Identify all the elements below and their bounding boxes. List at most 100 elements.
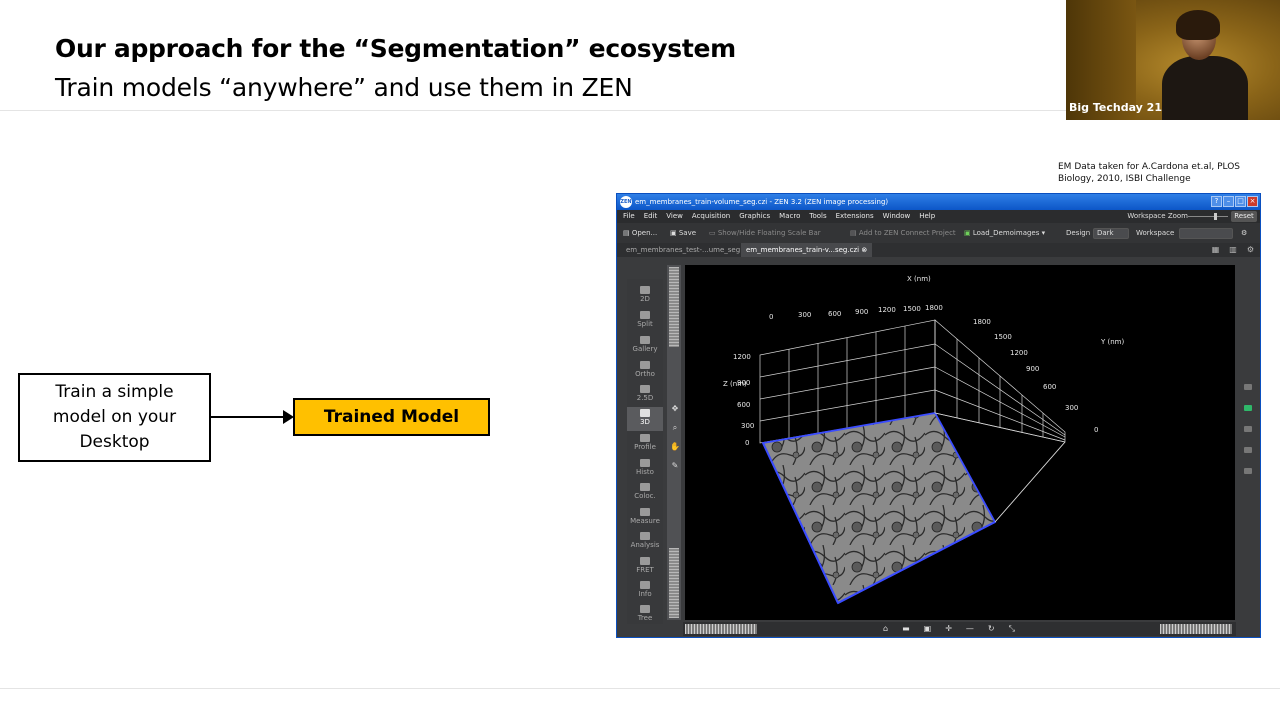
zen-logo-icon: ZEN <box>620 196 632 208</box>
workspace-zoom-slider[interactable] <box>1188 213 1228 220</box>
view-profile-icon <box>640 434 650 442</box>
folder-icon: ▤ <box>623 229 632 237</box>
view-histo[interactable]: Histo <box>627 457 663 481</box>
save-button[interactable]: ▣ Save <box>670 223 696 243</box>
view-2-5d[interactable]: 2.5D <box>627 383 663 407</box>
y-tick: 1800 <box>973 318 991 326</box>
view-gallery-label: Gallery <box>632 345 658 353</box>
view-info-icon <box>640 581 650 589</box>
split-view-icon[interactable]: ▥ <box>1229 243 1237 257</box>
tab-label: em_membranes_test-...ume_seg <box>626 246 741 254</box>
view-2-5d-label: 2.5D <box>636 394 654 402</box>
y-tick: 600 <box>1043 383 1056 391</box>
grid-view-icon[interactable]: ▦ <box>1212 243 1220 257</box>
y-axis-title: Y (nm) <box>1100 338 1124 346</box>
y-tick: 300 <box>1065 404 1078 412</box>
crosshair-icon[interactable]: ✛ <box>945 622 952 636</box>
panel-icon[interactable] <box>1244 405 1252 411</box>
help-icon[interactable]: ? <box>1211 196 1222 207</box>
camera-icon[interactable]: ▣ <box>924 622 932 636</box>
credit-line: EM Data taken for A.Cardona et.al, PLOS <box>1058 162 1241 172</box>
z-tick: 1200 <box>733 353 751 361</box>
gear-icon[interactable]: ⚙ <box>1247 243 1254 257</box>
tab-test-volume[interactable]: em_membranes_test-...ume_seg ⊗ <box>621 243 753 257</box>
panel-icon[interactable] <box>1244 447 1252 453</box>
line-icon[interactable]: — <box>966 622 974 636</box>
design-select[interactable]: Dark <box>1093 228 1129 239</box>
panel-icon[interactable] <box>1244 468 1252 474</box>
menu-file[interactable]: File <box>623 210 635 223</box>
view-profile[interactable]: Profile <box>627 432 663 456</box>
connect-label: Add to ZEN Connect Project <box>858 229 956 237</box>
minimize-icon[interactable]: – <box>1223 196 1234 207</box>
flow-arrow <box>211 416 285 418</box>
panel-icon[interactable] <box>1244 384 1252 390</box>
zen-window: ZEN em_membranes_train-volume_seg.czi - … <box>616 193 1261 638</box>
3d-viewer[interactable]: X (nm) Y (nm) Z (nm) 0 300 600 900 1200 … <box>685 265 1235 620</box>
view-tree-icon <box>640 605 650 613</box>
view-2d-label: 2D <box>640 295 650 303</box>
demo-images-button[interactable]: ▣ Load_Demoimages ▾ <box>964 223 1045 243</box>
design-label: Design <box>1066 229 1091 237</box>
menu-view[interactable]: View <box>666 210 683 223</box>
view-analysis[interactable]: Analysis <box>627 530 663 554</box>
menu-macro[interactable]: Macro <box>779 210 800 223</box>
panel-icon[interactable] <box>1244 426 1252 432</box>
bottom-slider-right[interactable] <box>1160 624 1232 634</box>
connect-button[interactable]: ▤ Add to ZEN Connect Project <box>850 223 956 243</box>
webcam-caption: Big Techday 21 <box>1069 101 1162 114</box>
design-value: Dark <box>1097 229 1114 237</box>
view-measure[interactable]: Measure <box>627 506 663 530</box>
view-fret-label: FRET <box>636 566 654 574</box>
tab-train-volume[interactable]: em_membranes_train-v...seg.czi ⊗ <box>741 243 873 257</box>
view-3d[interactable]: 3D <box>627 407 663 431</box>
view-split[interactable]: Split <box>627 309 663 333</box>
view-fret[interactable]: FRET <box>627 555 663 579</box>
workspace-zoom-label: Workspace Zoom <box>1127 212 1188 220</box>
slide-subtitle: Train models “anywhere” and use them in … <box>55 73 633 102</box>
right-panel-bar <box>1236 257 1260 637</box>
menu-tools[interactable]: Tools <box>809 210 826 223</box>
hand-icon[interactable]: ✋ <box>669 437 681 456</box>
view-2d[interactable]: 2D <box>627 284 663 308</box>
open-button[interactable]: ▤ Open... <box>623 223 657 243</box>
menu-edit[interactable]: Edit <box>644 210 658 223</box>
menu-acquisition[interactable]: Acquisition <box>692 210 730 223</box>
view-ortho[interactable]: Ortho <box>627 359 663 383</box>
maximize-icon[interactable]: □ <box>1235 196 1246 207</box>
move-icon[interactable]: ✥ <box>669 399 681 418</box>
reset-button[interactable]: Reset <box>1231 211 1257 222</box>
rotate-icon[interactable]: ↻ <box>988 622 995 636</box>
x-tick: 300 <box>798 311 811 319</box>
zoom-icon[interactable]: ⌕ <box>669 418 681 437</box>
view-gallery-icon <box>640 336 650 344</box>
fit-icon[interactable]: ⤡ <box>1009 622 1015 636</box>
minus-icon[interactable]: ▬ <box>902 622 910 636</box>
view-coloc-label: Coloc. <box>634 492 656 500</box>
view-tree[interactable]: Tree <box>627 603 663 627</box>
slider-handle-bottom[interactable] <box>669 548 679 618</box>
chevron-down-icon: ▾ <box>1039 229 1046 237</box>
bottom-slider-left[interactable] <box>685 624 757 634</box>
view-gallery[interactable]: Gallery <box>627 334 663 358</box>
scale-bar-button[interactable]: ▭ Show/Hide Floating Scale Bar <box>709 223 821 243</box>
view-analysis-label: Analysis <box>630 541 660 549</box>
draw-icon[interactable]: ✎ <box>669 456 681 475</box>
workspace-select[interactable] <box>1179 228 1233 239</box>
menu-help[interactable]: Help <box>919 210 935 223</box>
view-measure-icon <box>640 508 650 516</box>
tab-close-icon[interactable]: ⊗ <box>861 246 867 254</box>
slider-handle-top[interactable] <box>669 267 679 347</box>
view-3d-icon <box>640 409 650 417</box>
y-tick: 900 <box>1026 365 1039 373</box>
view-coloc[interactable]: Coloc. <box>627 481 663 505</box>
close-icon[interactable]: × <box>1247 196 1258 207</box>
view-info[interactable]: Info <box>627 579 663 603</box>
home-icon[interactable]: ⌂ <box>883 622 888 636</box>
settings-icon[interactable]: ⚙ <box>1241 223 1247 243</box>
menu-graphics[interactable]: Graphics <box>739 210 770 223</box>
view-analysis-icon <box>640 532 650 540</box>
menu-extensions[interactable]: Extensions <box>836 210 874 223</box>
menu-window[interactable]: Window <box>883 210 911 223</box>
view-2d-icon <box>640 286 650 294</box>
